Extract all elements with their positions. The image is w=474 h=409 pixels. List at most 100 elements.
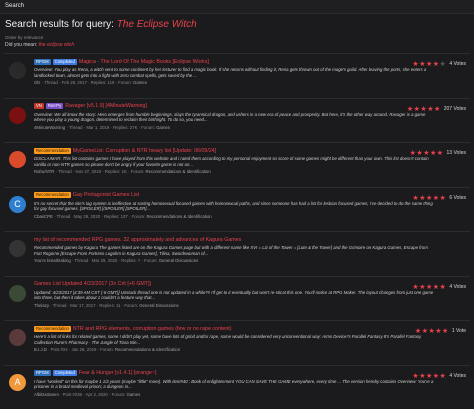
result-snippet: Here's a list of links for related games… <box>34 334 422 345</box>
search-query: The Eclipse Witch <box>116 19 197 30</box>
character-avatar-icon[interactable] <box>9 240 26 257</box>
vote-count: 1 Vote <box>451 328 466 334</box>
star-rating: ★★★★★ <box>412 283 446 291</box>
result-title-link[interactable]: Magica - The Lord Of The Magic Books [Ec… <box>79 59 209 65</box>
dragon-avatar-icon[interactable] <box>9 106 26 124</box>
forum-link[interactable]: Recommendations & Identification <box>146 169 211 174</box>
forum-link[interactable]: General Discussions <box>139 303 178 308</box>
rating: ★★★★★ 1 Vote <box>415 327 466 335</box>
thread-date: Thread · Feb 28, 2017 <box>44 80 87 85</box>
result-title-link[interactable]: Fear & Hunger [v1.4.1] [orange~] <box>79 370 157 376</box>
letter-avatar-icon[interactable]: C <box>9 195 26 213</box>
star-icon: ★ <box>439 283 447 291</box>
result-meta: Thelazy · Thread · Mar 17, 2017 · Replie… <box>34 302 179 308</box>
prefix-badge-vn[interactable]: VN <box>34 103 44 109</box>
author-link[interactable]: CbasCPE <box>34 214 53 219</box>
star-icon: ★ <box>425 283 433 291</box>
letter-avatar-icon[interactable]: A <box>9 373 26 391</box>
character-avatar-icon[interactable] <box>9 151 26 168</box>
vote-count: 6 Votes <box>449 194 466 201</box>
author-link[interactable]: 4MinuteWarning <box>34 125 65 130</box>
forum-link[interactable]: Recommendations & Identification <box>115 347 180 352</box>
star-rating: ★★★★★ <box>412 194 446 202</box>
author-link[interactable]: Thelazy <box>34 303 49 308</box>
star-icon: ★ <box>414 328 422 335</box>
top-bar: Search <box>0 0 474 14</box>
thread-date: Thread · Mar 1, 2019 <box>68 124 110 130</box>
author-link[interactable]: Olz <box>34 80 40 85</box>
star-icon: ★ <box>419 372 426 380</box>
search-result-row: VN Ren'Py Ravager [v5.1.9] [4MinuteWarning… <box>4 97 470 143</box>
vote-count: 4 Votes <box>449 372 466 379</box>
forum-link[interactable]: Games <box>133 80 147 85</box>
result-title-link[interactable]: Gay Protagonist Games List <box>73 192 139 198</box>
author-link[interactable]: You're breathtaking <box>34 258 71 263</box>
thread-date: Post #24 · Jan 28, 2019 <box>50 347 97 352</box>
character-avatar-icon[interactable] <box>9 284 26 302</box>
rating: ★★★★★ 4 Votes <box>412 60 466 68</box>
top-bar-label: Search <box>5 3 25 9</box>
result-title-row: Recommendation MyGameList: Corruption & N… <box>34 147 404 154</box>
result-title-link[interactable]: MyGameList: Corruption & NTR heavy list … <box>73 148 216 154</box>
star-icon: ★ <box>442 328 449 335</box>
reply-count: Replies: 137 <box>103 213 128 219</box>
result-title-link[interactable]: Ravager [v5.1.9] [4MinuteWarning] <box>65 103 147 109</box>
reply-count: Replies: 27K <box>113 124 138 130</box>
star-icon: ★ <box>432 283 440 291</box>
vote-count: 4 Votes <box>449 283 466 290</box>
forum-link[interactable]: General Discussions <box>159 258 198 263</box>
author-link[interactable]: B.I.J.D <box>34 347 47 352</box>
result-meta: B.I.J.D · Post #24 · Jan 28, 2019 · Foru… <box>34 347 181 352</box>
star-icon: ★ <box>435 328 443 335</box>
prefix-badge-rec[interactable]: Recommendation <box>34 147 71 154</box>
prefix-badge-rec[interactable]: Recommendation <box>34 325 71 332</box>
result-snippet: Updated: 4/23/2017 [4:39 AM CST (-6 GMT)… <box>34 289 434 301</box>
prefix-badge-rpgm[interactable]: RPGM <box>34 370 51 376</box>
character-avatar-icon[interactable] <box>9 329 26 346</box>
author-link[interactable]: Rahu/NTR <box>34 169 54 174</box>
prefix-badge-rpgm[interactable]: RPGM <box>34 58 51 65</box>
prefix-badge-completed[interactable]: Completed <box>52 370 77 376</box>
star-rating: ★★★★★ <box>410 149 444 157</box>
result-title-row: Recommendation Gay Protagonist Games List <box>34 192 404 199</box>
star-rating: ★★★★★ <box>412 372 446 380</box>
page-title: Search results for query: The Eclipse Wi… <box>0 14 474 33</box>
star-icon: ★ <box>419 283 426 291</box>
star-icon: ★ <box>419 194 426 202</box>
star-icon: ★ <box>429 150 437 157</box>
reply-count: Replies: 119 <box>90 80 115 85</box>
search-result-row: Games List Updated 4/23/2017 (3x Crit [+… <box>4 275 470 321</box>
search-result-row: RPGM Completed Magica - The Lord Of The Ma… <box>4 53 470 98</box>
author-link[interactable]: AlbiDartanen <box>34 392 59 397</box>
result-snippet: I have "worked" on this for maybe 1 1/2 … <box>34 378 434 390</box>
result-title-link[interactable]: Games List Updated 4/23/2017 (3x Crit [+… <box>34 281 151 287</box>
forum-link[interactable]: Games <box>156 125 170 130</box>
page-title-prefix: Search results for query: <box>5 19 117 30</box>
result-title-link[interactable]: NTR and RPG elements, corruption games (… <box>73 326 232 332</box>
forum-link[interactable]: Games <box>126 392 140 397</box>
prefix-badge-completed[interactable]: Completed <box>52 58 77 65</box>
star-icon: ★ <box>425 194 433 202</box>
result-meta: AlbiDartanen · Post #236 · Apr 2, 2020 ·… <box>34 391 141 397</box>
search-result-row: my list of recommended RPG games. 32 app… <box>4 231 470 276</box>
order-by-label[interactable]: Order by relevance <box>5 35 43 40</box>
anime-character-avatar-icon[interactable] <box>9 62 26 79</box>
result-meta: 4MinuteWarning · Thread · Mar 1, 2019 · … <box>34 124 170 130</box>
star-rating: ★★★★★ <box>415 327 449 335</box>
thread-date: Thread · May 29, 2020 <box>56 213 101 219</box>
vote-count: 13 Votes <box>446 150 466 156</box>
result-snippet: DISCLAIMAR: This list contains games I h… <box>34 156 429 167</box>
forum-link[interactable]: Recommendations & Identification <box>146 214 211 219</box>
prefix-badge-rec[interactable]: Recommendation <box>34 192 71 198</box>
star-icon: ★ <box>436 150 444 157</box>
order-by[interactable]: Order by relevance <box>0 33 474 41</box>
star-icon: ★ <box>432 61 440 68</box>
result-snippet: Recommended games by Kagura The games li… <box>34 245 428 256</box>
did-you-mean-suggestion-link[interactable]: the eclipse wtch <box>39 42 75 48</box>
result-title-link[interactable]: my list of recommended RPG games. 32 app… <box>34 237 241 243</box>
thread-date: Post #236 · Apr 2, 2020 <box>62 391 108 397</box>
result-title-row: RPGM Completed Magica - The Lord Of The Ma… <box>34 58 404 65</box>
prefix-badge-renpy[interactable]: Ren'Py <box>45 103 64 109</box>
reply-count: Replies: 7 <box>121 258 141 263</box>
star-icon: ★ <box>439 372 447 380</box>
